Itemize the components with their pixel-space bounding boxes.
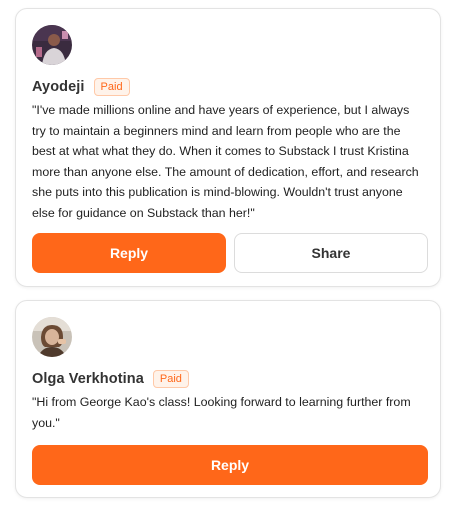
avatar[interactable] <box>32 25 72 65</box>
comment-card: Ayodeji Paid "I've made millions online … <box>15 8 441 287</box>
avatar-photo-icon <box>32 25 72 65</box>
author-row: Olga Verkhotina Paid <box>32 368 189 390</box>
author-name[interactable]: Ayodeji <box>32 79 85 95</box>
comment-text: "Hi from George Kao's class! Looking for… <box>32 395 411 430</box>
avatar[interactable] <box>32 317 72 357</box>
author-name[interactable]: Olga Verkhotina <box>32 371 144 387</box>
paid-badge: Paid <box>152 370 189 388</box>
share-button[interactable]: Share <box>234 233 428 273</box>
comment-card: Olga Verkhotina Paid "Hi from George Kao… <box>15 300 441 498</box>
paid-badge: Paid <box>93 78 130 96</box>
reply-button[interactable]: Reply <box>32 445 428 485</box>
author-row: Ayodeji Paid <box>32 76 130 98</box>
reply-button[interactable]: Reply <box>32 233 226 273</box>
avatar-photo-icon <box>32 317 72 357</box>
comment-text: "I've made millions online and have year… <box>32 103 419 220</box>
